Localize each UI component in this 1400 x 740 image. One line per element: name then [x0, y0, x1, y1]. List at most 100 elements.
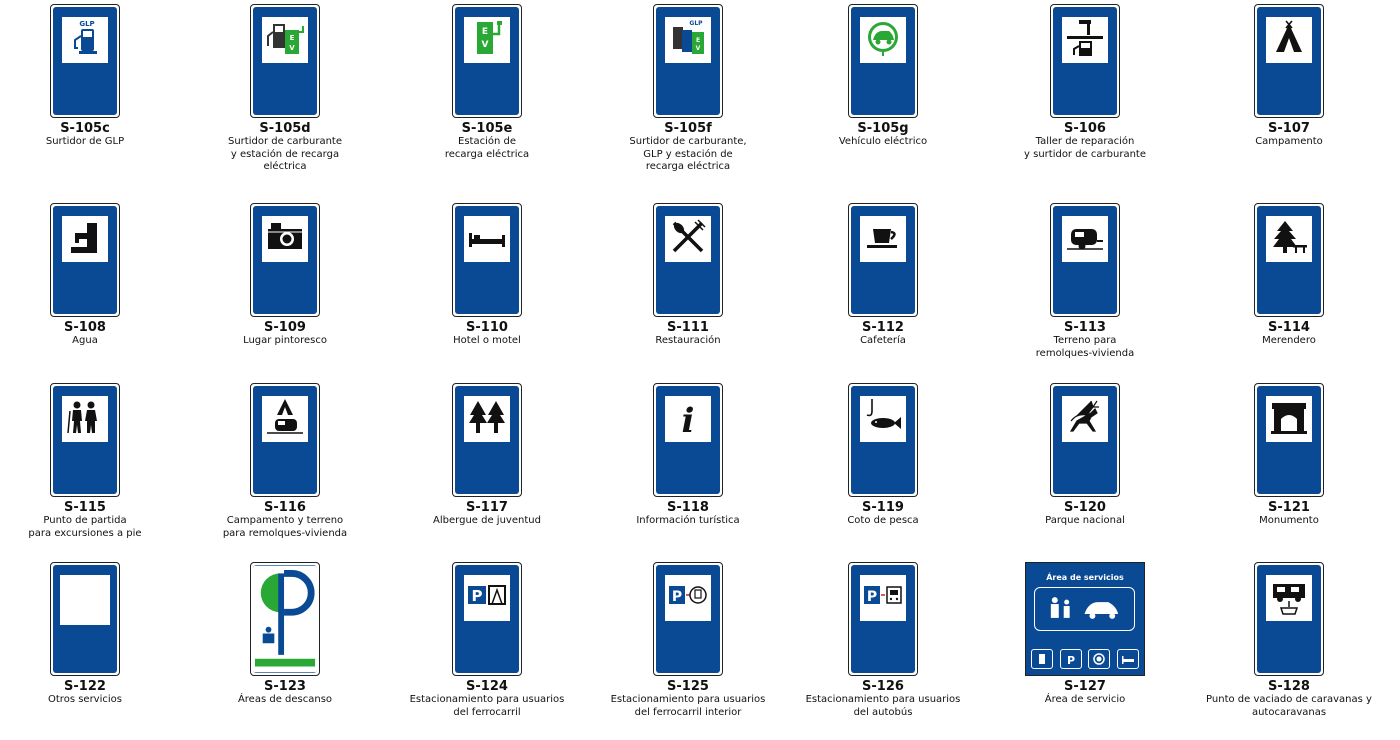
area-title: Área de servicios: [1046, 573, 1124, 582]
sign-s-127: Área de servicios P: [1025, 562, 1145, 676]
park-bus-icon: P: [863, 576, 903, 620]
sign-description: Albergue de juventud: [433, 515, 541, 526]
sign-s-105f: GLP E V: [653, 4, 723, 118]
sign-code: S-126: [862, 679, 904, 694]
sign-blue-field: [455, 386, 519, 494]
sign-white-panel: [665, 216, 711, 262]
sign-s-121: [1254, 383, 1324, 497]
deer-icon: [1065, 397, 1105, 441]
sign-code: S-113: [1064, 320, 1106, 335]
repair-and-fuel-icon: [1065, 18, 1105, 62]
sign-card: S-114 Merendero: [1189, 203, 1389, 348]
sign-blue-field: [851, 206, 915, 314]
sign-s-120: [1050, 383, 1120, 497]
sign-white-panel: [262, 216, 308, 262]
sign-blue-field: EV: [253, 7, 317, 115]
sign-wrap: [783, 383, 983, 497]
coffee-cup-icon: [863, 217, 903, 261]
area-service-icons: P: [1031, 649, 1139, 669]
sign-card: S-109 Lugar pintoresco: [185, 203, 385, 348]
sign-card: S-115 Punto de partida para excursiones a…: [0, 383, 185, 540]
sign-s-110: [452, 203, 522, 317]
sign-s-105d: EV: [250, 4, 320, 118]
sign-code: S-115: [64, 500, 106, 515]
sign-blue-field: [1257, 386, 1321, 494]
sign-s-115: [50, 383, 120, 497]
sign-wrap: EV: [185, 4, 385, 118]
sign-blue-field: P: [455, 565, 519, 673]
sign-card: S-108 Agua: [0, 203, 185, 348]
sign-wrap: [387, 203, 587, 317]
sign-white-panel: [464, 216, 510, 262]
sign-wrap: [985, 383, 1185, 497]
sign-blue-field: [455, 206, 519, 314]
sign-description: Información turística: [636, 515, 740, 526]
sign-white-panel: [1062, 216, 1108, 262]
sign-blue-field: [53, 386, 117, 494]
sign-blue-field: P: [656, 565, 720, 673]
sign-description: Estacionamiento para usuarios del ferroc…: [610, 694, 766, 718]
sign-white-panel: P: [860, 575, 906, 621]
sign-blue-field: [1053, 7, 1117, 115]
sign-blue-field: [656, 206, 720, 314]
svg-text:P: P: [672, 589, 682, 605]
sign-description: Cafetería: [860, 335, 906, 346]
sign-code: S-124: [466, 679, 508, 694]
sign-white-panel: [1062, 396, 1108, 442]
svg-text:P: P: [472, 587, 483, 605]
sign-white-panel: P: [464, 575, 510, 621]
sign-wrap: [0, 203, 185, 317]
sign-card: S-121 Monumento: [1189, 383, 1389, 528]
fish-hook-icon: [863, 397, 903, 441]
sign-white-panel: [62, 216, 108, 262]
sign-description: Monumento: [1259, 515, 1319, 526]
tent-icon: [1269, 18, 1309, 62]
sign-code: S-119: [862, 500, 904, 515]
sign-blue-field: P: [851, 565, 915, 673]
svg-text:V: V: [289, 44, 295, 52]
sign-code: S-120: [1064, 500, 1106, 515]
sign-blue-field: [851, 7, 915, 115]
svg-text:E: E: [482, 27, 488, 37]
camera-icon: [265, 217, 305, 261]
fuel-and-ev-charger-icon: EV: [265, 18, 305, 62]
tent-caravan-icon: [265, 397, 305, 441]
sign-white-panel: EV: [464, 17, 510, 63]
sign-card: P S-126 Estacionamiento para usuarios del …: [783, 562, 983, 719]
sign-card: S-128 Punto de vaciado de caravanas y aut…: [1189, 562, 1389, 719]
hikers-icon: [65, 397, 105, 441]
sign-blue-field: EV: [455, 7, 519, 115]
svg-text:E: E: [696, 37, 700, 44]
sign-wrap: Área de servicios P: [985, 562, 1185, 676]
tree-picnic-icon: [1269, 217, 1309, 261]
sign-s-122: [50, 562, 120, 676]
sign-s-111: [653, 203, 723, 317]
sign-s-105c: GLP: [50, 4, 120, 118]
sign-wrap: P: [783, 562, 983, 676]
sign-code: S-128: [1268, 679, 1310, 694]
sign-description: Merendero: [1262, 335, 1316, 346]
sign-card: S-122 Otros servicios: [0, 562, 185, 707]
sign-description: Campamento: [1255, 136, 1323, 147]
sign-description: Punto de partida para excursiones a pie: [28, 515, 142, 539]
sign-card: E V S-105e Estación de recarga eléctrica: [387, 4, 587, 161]
sign-wrap: i: [588, 383, 788, 497]
sign-wrap: [783, 4, 983, 118]
sign-s-117: [452, 383, 522, 497]
fork-knife-icon: [668, 217, 708, 261]
sign-card: S-116 Campamento y terreno para remolques…: [185, 383, 385, 540]
sign-s-113: [1050, 203, 1120, 317]
sign-card: S-105g Vehículo eléctrico: [783, 4, 983, 149]
sign-card: GLP S-105c Surtidor de GLP: [0, 4, 185, 149]
sign-s-116: [250, 383, 320, 497]
sign-wrap: [185, 203, 385, 317]
sign-description: Vehículo eléctrico: [838, 136, 928, 147]
sign-card: Área de servicios P S-127 Área de servici…: [985, 562, 1185, 707]
sign-blue-field: [253, 206, 317, 314]
sign-description: Estacionamiento para usuarios del ferroc…: [409, 694, 565, 718]
sign-code: S-105c: [60, 121, 110, 136]
sign-blue-field: [53, 206, 117, 314]
sign-description: Lugar pintoresco: [243, 335, 327, 346]
fuel-lpg-ev-icon: GLP E V: [668, 18, 708, 62]
sign-card: S-120 Parque nacional: [985, 383, 1185, 528]
